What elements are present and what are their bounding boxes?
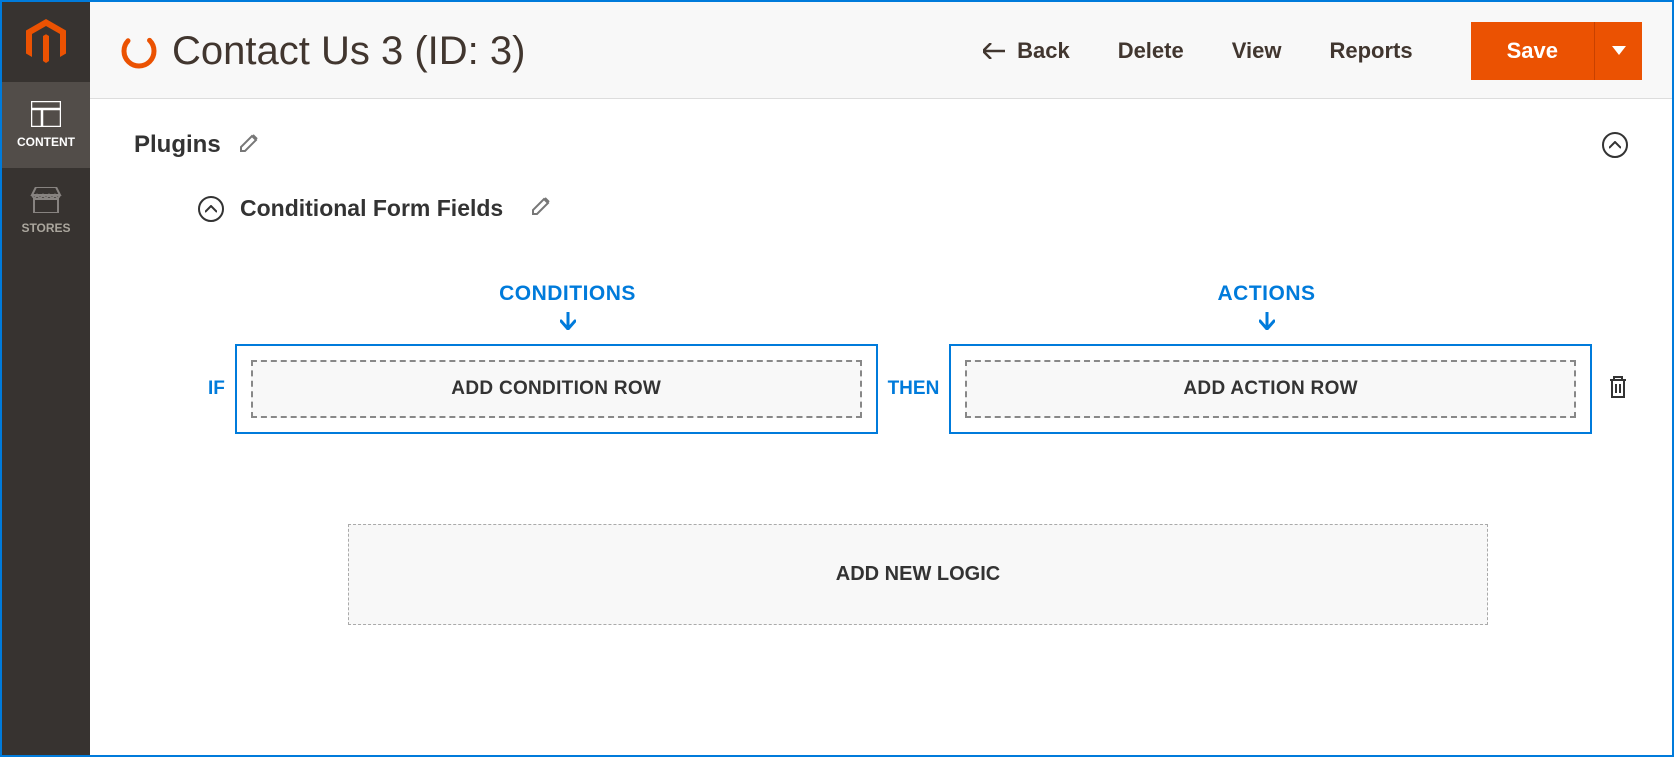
- save-button[interactable]: Save: [1471, 22, 1594, 80]
- conditions-box: ADD CONDITION ROW: [235, 344, 878, 434]
- edit-plugins-icon[interactable]: [239, 133, 259, 158]
- delete-logic-button[interactable]: [1608, 375, 1628, 404]
- chevron-up-icon: [1609, 141, 1621, 149]
- main-area: Contact Us 3 (ID: 3) Back Delete View Re…: [90, 2, 1672, 755]
- conditions-header: CONDITIONS: [248, 282, 887, 330]
- magento-logo[interactable]: [2, 2, 90, 82]
- pencil-icon: [531, 196, 551, 216]
- if-label: IF: [208, 378, 225, 400]
- content-area: Plugins Conditional Form Fields: [90, 99, 1672, 755]
- conditional-title: Conditional Form Fields: [240, 195, 503, 222]
- pencil-icon: [239, 133, 259, 153]
- then-label: THEN: [888, 378, 940, 400]
- actions-box: ADD ACTION ROW: [949, 344, 1592, 434]
- plugins-title: Plugins: [134, 131, 221, 159]
- reports-button[interactable]: Reports: [1329, 38, 1412, 64]
- chevron-down-icon: [1612, 46, 1626, 56]
- actions-label: ACTIONS: [1218, 282, 1316, 306]
- arrow-down-icon: [560, 312, 576, 330]
- add-new-logic-button[interactable]: ADD NEW LOGIC: [348, 524, 1488, 625]
- conditions-label: CONDITIONS: [499, 282, 636, 306]
- conditional-section: Conditional Form Fields CONDITIONS: [134, 195, 1628, 625]
- actions-header: ACTIONS: [947, 282, 1586, 330]
- stores-icon: [30, 187, 62, 213]
- page-title: Contact Us 3 (ID: 3): [172, 29, 983, 74]
- collapse-plugins-button[interactable]: [1602, 132, 1628, 158]
- view-button[interactable]: View: [1232, 38, 1282, 64]
- sidebar-item-stores[interactable]: STORES: [2, 168, 90, 254]
- back-label: Back: [1017, 38, 1070, 64]
- back-button[interactable]: Back: [983, 38, 1070, 64]
- save-dropdown-button[interactable]: [1594, 22, 1642, 80]
- column-headers: CONDITIONS ACTIONS: [208, 282, 1628, 330]
- arrow-left-icon: [983, 43, 1005, 59]
- add-condition-button[interactable]: ADD CONDITION ROW: [251, 360, 862, 418]
- collapse-conditional-button[interactable]: [198, 196, 224, 222]
- edit-conditional-icon[interactable]: [531, 196, 551, 221]
- save-button-group: Save: [1471, 22, 1642, 80]
- conditional-header: Conditional Form Fields: [198, 195, 1628, 222]
- chevron-up-icon: [205, 205, 217, 213]
- delete-button[interactable]: Delete: [1118, 38, 1184, 64]
- add-action-button[interactable]: ADD ACTION ROW: [965, 360, 1576, 418]
- sidebar-item-label: STORES: [21, 221, 70, 235]
- add-logic-wrap: ADD NEW LOGIC: [208, 524, 1628, 625]
- loading-spinner-icon: [120, 32, 158, 70]
- sidebar: CONTENT STORES: [2, 2, 90, 755]
- sidebar-item-label: CONTENT: [17, 135, 75, 149]
- header-actions: Back Delete View Reports Save: [983, 22, 1642, 80]
- page-header: Contact Us 3 (ID: 3) Back Delete View Re…: [90, 2, 1672, 99]
- plugins-section-header: Plugins: [134, 131, 1628, 159]
- arrow-down-icon: [1259, 312, 1275, 330]
- trash-icon: [1608, 375, 1628, 399]
- content-icon: [31, 101, 61, 127]
- logic-row: IF ADD CONDITION ROW THEN ADD ACTION ROW: [208, 344, 1628, 434]
- logic-builder: CONDITIONS ACTIONS IF: [198, 282, 1628, 625]
- sidebar-item-content[interactable]: CONTENT: [2, 82, 90, 168]
